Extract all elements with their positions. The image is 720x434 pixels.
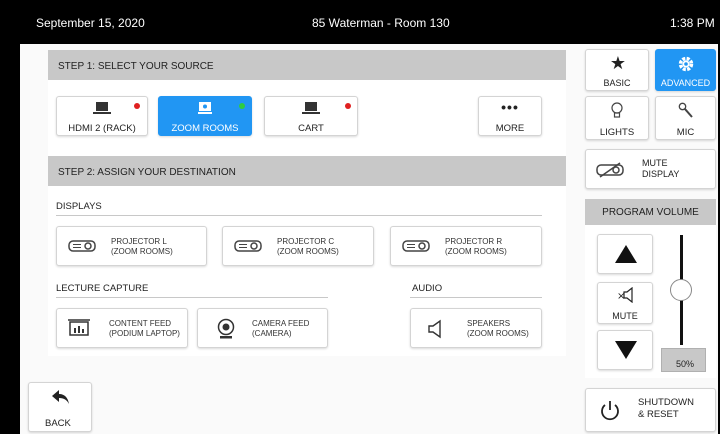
volume-level-display: 50% [661,348,706,372]
more-label: MORE [495,123,525,134]
displays-divider [56,215,542,216]
volume-mute-button[interactable]: × MUTE [597,282,653,324]
audio-section-label: AUDIO [412,283,443,294]
destination-name: CONTENT FEED [109,319,172,328]
destination-source: (ZOOM ROOMS) [467,329,529,338]
destination-name: PROJECTOR R [445,237,503,246]
basic-label: BASIC [603,78,631,88]
speaker-muted-icon: × [617,286,635,308]
time-text: 1:38 PM [670,16,715,30]
program-volume-header: PROGRAM VOLUME [585,199,716,225]
speaker-icon [427,319,445,344]
audio-divider [410,297,542,298]
program-volume-label: PROGRAM VOLUME [602,207,699,218]
displays-section-label: DISPLAYS [56,201,102,212]
lightbulb-icon [610,102,624,125]
destination-source: (ZOOM ROOMS) [445,247,507,256]
advanced-mode-button[interactable]: ADVANCED [655,49,716,91]
volume-slider-knob[interactable] [670,279,692,301]
lights-label: LIGHTS [599,127,635,138]
microphone-icon [678,102,694,125]
projector-icon [402,239,430,258]
mic-label: MIC [676,127,695,138]
projector-c-button[interactable]: PROJECTOR C (ZOOM ROOMS) [222,226,374,266]
gear-icon [676,54,696,79]
advanced-label: ADVANCED [660,78,711,88]
source-label: CART [298,123,324,134]
destination-source: (ZOOM ROOMS) [277,247,339,256]
projector-icon [234,239,262,258]
destination-source: (PODIUM LAPTOP) [109,329,180,338]
volume-down-button[interactable] [597,330,653,370]
mute-label: MUTE [612,311,638,321]
step1-header: STEP 1: SELECT YOUR SOURCE [48,50,566,80]
more-sources-button[interactable]: ••• MORE [478,96,542,136]
mute-display-button[interactable]: MUTE DISPLAY [585,149,716,189]
content-feed-button[interactable]: CONTENT FEED (PODIUM LAPTOP) [56,308,188,348]
step2-label: STEP 2: ASSIGN YOUR DESTINATION [58,167,236,178]
destination-name: PROJECTOR L [111,237,167,246]
lecture-capture-divider [56,297,328,298]
destination-name: PROJECTOR C [277,237,335,246]
mic-button[interactable]: MIC [655,96,716,140]
presentation-screen-icon [67,318,91,345]
date-text: September 15, 2020 [36,16,145,30]
source-zoom-rooms-button[interactable]: ZOOM ROOMS [158,96,252,136]
source-label: HDMI 2 (RACK) [68,123,136,134]
webcam-icon [216,318,236,345]
projector-icon [68,239,96,258]
volume-level-text: 50% [676,359,695,369]
source-cart-button[interactable]: CART [264,96,358,136]
triangle-down-icon [615,341,637,364]
mute-display-line2: DISPLAY [642,169,680,179]
zoom-rooms-icon [159,101,251,118]
step1-label: STEP 1: SELECT YOUR SOURCE [58,61,214,72]
shutdown-line1: SHUTDOWN [638,397,694,408]
top-bar: September 15, 2020 85 Waterman - Room 13… [20,0,718,44]
volume-up-button[interactable] [597,234,653,274]
mute-display-line1: MUTE [642,158,668,168]
left-frame [0,0,20,434]
camera-feed-button[interactable]: CAMERA FEED (CAMERA) [197,308,328,348]
destination-source: (ZOOM ROOMS) [111,247,173,256]
lecture-capture-section-label: LECTURE CAPTURE [56,283,149,294]
lights-button[interactable]: LIGHTS [585,96,649,140]
projector-l-button[interactable]: PROJECTOR L (ZOOM ROOMS) [56,226,207,266]
status-dot-red [134,103,140,109]
destination-name: CAMERA FEED [252,319,310,328]
source-label: ZOOM ROOMS [171,123,239,134]
destination-source: (CAMERA) [252,329,292,338]
back-arrow-icon [51,389,71,410]
star-icon: ★ [609,53,627,73]
shutdown-line2: & RESET [638,409,679,420]
projector-r-button[interactable]: PROJECTOR R (ZOOM ROOMS) [390,226,542,266]
power-icon [598,399,622,428]
triangle-up-icon [615,245,637,268]
status-dot-red [345,103,351,109]
laptop-icon [265,101,357,118]
status-dot-green [239,103,245,109]
projector-muted-icon [596,162,624,183]
more-icon: ••• [501,99,519,115]
shutdown-reset-button[interactable]: SHUTDOWN & RESET [585,388,716,432]
back-button[interactable]: BACK [28,382,92,432]
basic-mode-button[interactable]: ★ BASIC [585,49,649,91]
speakers-button[interactable]: SPEAKERS (ZOOM ROOMS) [410,308,542,348]
step2-header: STEP 2: ASSIGN YOUR DESTINATION [48,156,566,186]
back-label: BACK [45,418,71,429]
destination-name: SPEAKERS [467,319,511,328]
room-title: 85 Waterman - Room 130 [312,16,450,30]
source-hdmi2-rack-button[interactable]: HDMI 2 (RACK) [56,96,148,136]
